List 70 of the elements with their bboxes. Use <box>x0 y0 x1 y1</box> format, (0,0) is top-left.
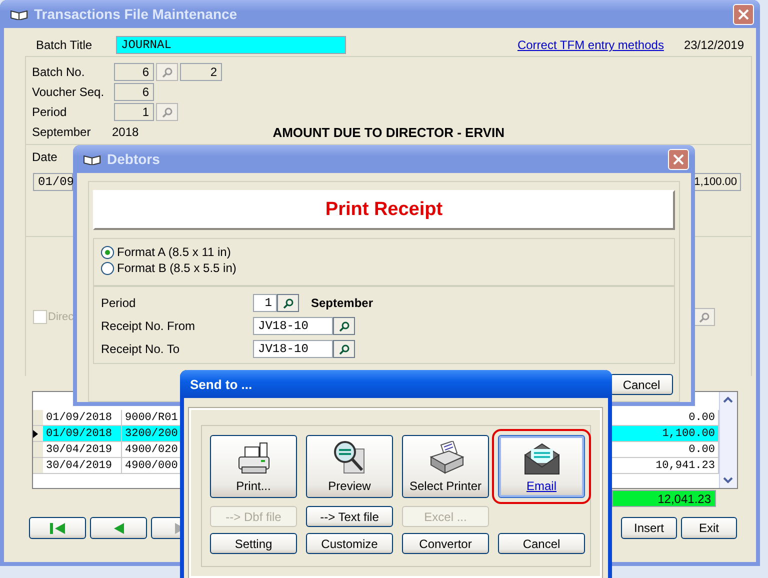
current-row-icon <box>33 430 38 438</box>
number-field[interactable]: 6 <box>114 83 154 101</box>
window-title: Transactions File Maintenance <box>34 6 238 22</box>
search-icon <box>338 320 350 332</box>
field-label: Receipt No. From <box>101 319 196 333</box>
field-label: Receipt No. To <box>101 342 180 356</box>
batch-title-field[interactable]: JOURNAL <box>116 36 346 54</box>
window-title: Debtors <box>107 151 161 167</box>
radio-label: Format A (8.5 x 11 in) <box>117 245 231 259</box>
period-name: September <box>311 296 374 310</box>
period-field[interactable]: 1 <box>253 294 277 312</box>
action-button[interactable]: Insert <box>621 517 677 539</box>
row-header-cell <box>33 458 43 473</box>
lookup-button[interactable] <box>333 317 355 335</box>
account-name: AMOUNT DUE TO DIRECTOR - ERVIN <box>272 124 505 140</box>
navigation-button[interactable] <box>29 517 86 539</box>
book-icon <box>10 8 28 20</box>
radio-button[interactable] <box>101 262 114 274</box>
field-label: Period <box>101 296 137 310</box>
close-icon <box>673 154 684 164</box>
search-icon <box>162 66 172 78</box>
scrollbar[interactable] <box>719 392 737 488</box>
send-option-button[interactable]: Preview <box>306 435 393 498</box>
first-record-icon <box>48 522 66 534</box>
cancel-button[interactable]: Cancel <box>610 374 673 395</box>
dialog-button[interactable]: Cancel <box>498 533 585 554</box>
number-field[interactable]: 1 <box>114 103 154 121</box>
previous-icon <box>114 522 124 534</box>
action-button[interactable]: Exit <box>681 517 737 539</box>
search-icon <box>698 312 710 322</box>
field-label: Date <box>32 150 58 164</box>
banner-title: Print Receipt <box>93 190 675 230</box>
close-icon <box>738 8 749 20</box>
date-text: 23/12/2019 <box>684 38 744 52</box>
lookup-button[interactable] <box>277 294 299 312</box>
year-text: 2018 <box>112 125 139 139</box>
dialog-button[interactable]: Customize <box>306 533 393 554</box>
number-field[interactable]: 2 <box>180 63 222 81</box>
field-label: Voucher Seq. <box>32 85 106 99</box>
search-icon <box>162 106 172 118</box>
book-icon <box>83 153 101 165</box>
envelope-icon <box>522 443 560 475</box>
date-field[interactable]: 01/09 <box>33 173 73 191</box>
radio-button[interactable] <box>101 246 114 258</box>
month-text: September <box>32 125 92 139</box>
field-label: Batch Title <box>36 38 94 52</box>
total-field: 12,041.23 <box>612 490 716 507</box>
preview-icon <box>332 439 368 475</box>
navigation-button[interactable] <box>90 517 147 539</box>
send-option-button[interactable]: Print... <box>210 435 297 498</box>
field-label: Period <box>32 105 68 119</box>
radio-label: Format B (8.5 x 5.5 in) <box>117 261 236 275</box>
search-icon <box>338 344 350 354</box>
dialog-button[interactable]: Convertor <box>402 533 489 554</box>
dialog-button[interactable]: Setting <box>210 533 297 554</box>
close-button[interactable] <box>733 4 754 24</box>
search-icon <box>282 298 294 308</box>
printer-icon <box>236 441 272 475</box>
send-option-button[interactable]: Select Printer <box>402 435 489 498</box>
field-label: Batch No. <box>32 65 86 79</box>
receipt-to-field[interactable]: JV18-10 <box>253 340 333 358</box>
checkbox-label: Direc <box>48 311 74 323</box>
close-button[interactable] <box>668 148 689 170</box>
lookup-button[interactable] <box>333 340 355 358</box>
export-button[interactable]: --> Text file <box>306 506 393 527</box>
window-title: Send to ... <box>190 376 254 392</box>
number-field[interactable]: 6 <box>114 63 154 81</box>
table-cell: 01/09/2018 <box>43 426 122 441</box>
help-link[interactable]: Correct TFM entry methods <box>517 38 664 52</box>
receipt-from-field[interactable]: JV18-10 <box>253 317 333 335</box>
